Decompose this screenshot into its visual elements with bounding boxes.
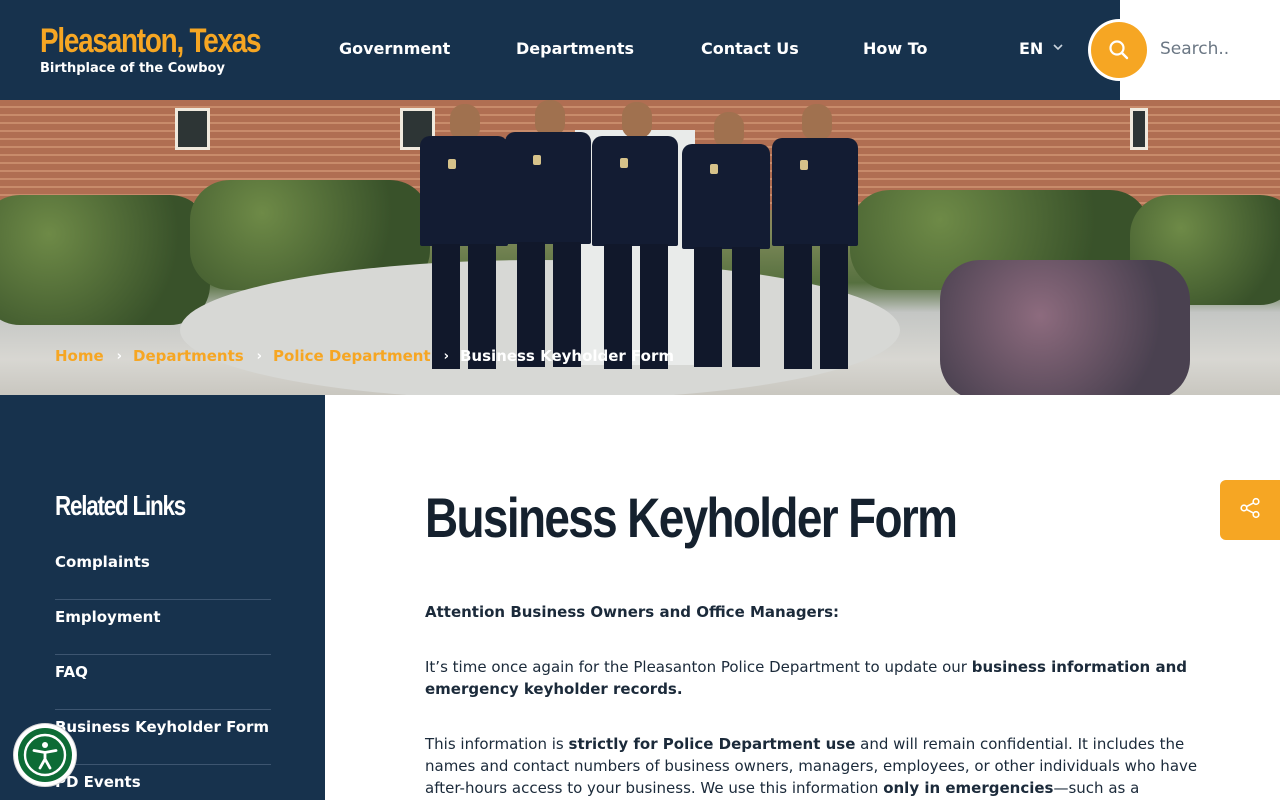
breadcrumb: Home › Departments › Police Department ›… — [55, 347, 674, 365]
hedge — [0, 195, 210, 325]
search-input[interactable] — [1160, 36, 1278, 62]
related-links-title: Related Links — [55, 490, 186, 521]
nav-departments[interactable]: Departments — [516, 38, 634, 60]
nav-how-to[interactable]: How To — [863, 38, 928, 60]
paragraph-text: It’s time once again for the Pleasanton … — [425, 658, 972, 676]
building-window — [1130, 108, 1148, 150]
chevron-down-icon — [1053, 38, 1063, 60]
chevron-right-icon: › — [116, 348, 123, 364]
breadcrumb-departments[interactable]: Departments — [133, 347, 244, 365]
share-button[interactable] — [1220, 480, 1280, 540]
sidebar-item-complaints[interactable]: Complaints — [55, 545, 271, 600]
intro-heading: Attention Business Owners and Office Man… — [425, 603, 840, 621]
breadcrumb-police-department[interactable]: Police Department — [273, 347, 431, 365]
paragraph-text: This information is — [425, 735, 569, 753]
paragraph-emphasis: strictly for Police Department use — [568, 735, 856, 753]
building-window — [175, 108, 210, 150]
paragraph-emphasis: only in emergencies — [883, 779, 1054, 797]
site-logo[interactable]: Pleasanton, Texas Birthplace of the Cowb… — [40, 22, 309, 76]
related-links-list: Complaints Employment FAQ Business Keyho… — [55, 545, 271, 800]
logo-title: Pleasanton, Texas — [40, 22, 262, 60]
breadcrumb-home[interactable]: Home — [55, 347, 104, 365]
language-selector[interactable]: EN — [1019, 38, 1063, 60]
sidebar-item-faq[interactable]: FAQ — [55, 655, 271, 710]
accessibility-icon — [18, 728, 72, 782]
nav-contact-us[interactable]: Contact Us — [701, 38, 799, 60]
paragraph-text: —such as a — [1053, 779, 1140, 797]
page-title: Business Keyholder Form — [425, 486, 958, 549]
chevron-right-icon: › — [256, 348, 263, 364]
sidebar-item-employment[interactable]: Employment — [55, 600, 271, 655]
search-icon — [1091, 22, 1147, 78]
chevron-right-icon: › — [443, 348, 449, 364]
share-icon — [1239, 497, 1261, 523]
logo-subtitle: Birthplace of the Cowboy — [40, 61, 225, 76]
sidebar-item-pd-events[interactable]: PD Events — [55, 765, 271, 800]
paragraph-confidential: This information is strictly for Police … — [425, 733, 1225, 799]
search-button[interactable] — [1088, 19, 1150, 81]
language-label: EN — [1019, 39, 1044, 58]
accessibility-button[interactable] — [14, 724, 76, 786]
flowering-shrub — [940, 260, 1190, 395]
paragraph-update: It’s time once again for the Pleasanton … — [425, 656, 1225, 700]
breadcrumb-current: Business Keyholder Form — [459, 347, 675, 365]
sidebar-item-business-keyholder-form[interactable]: Business Keyholder Form — [55, 710, 271, 765]
site-header: Pleasanton, Texas Birthplace of the Cowb… — [0, 0, 1280, 100]
nav-government[interactable]: Government — [339, 38, 450, 60]
